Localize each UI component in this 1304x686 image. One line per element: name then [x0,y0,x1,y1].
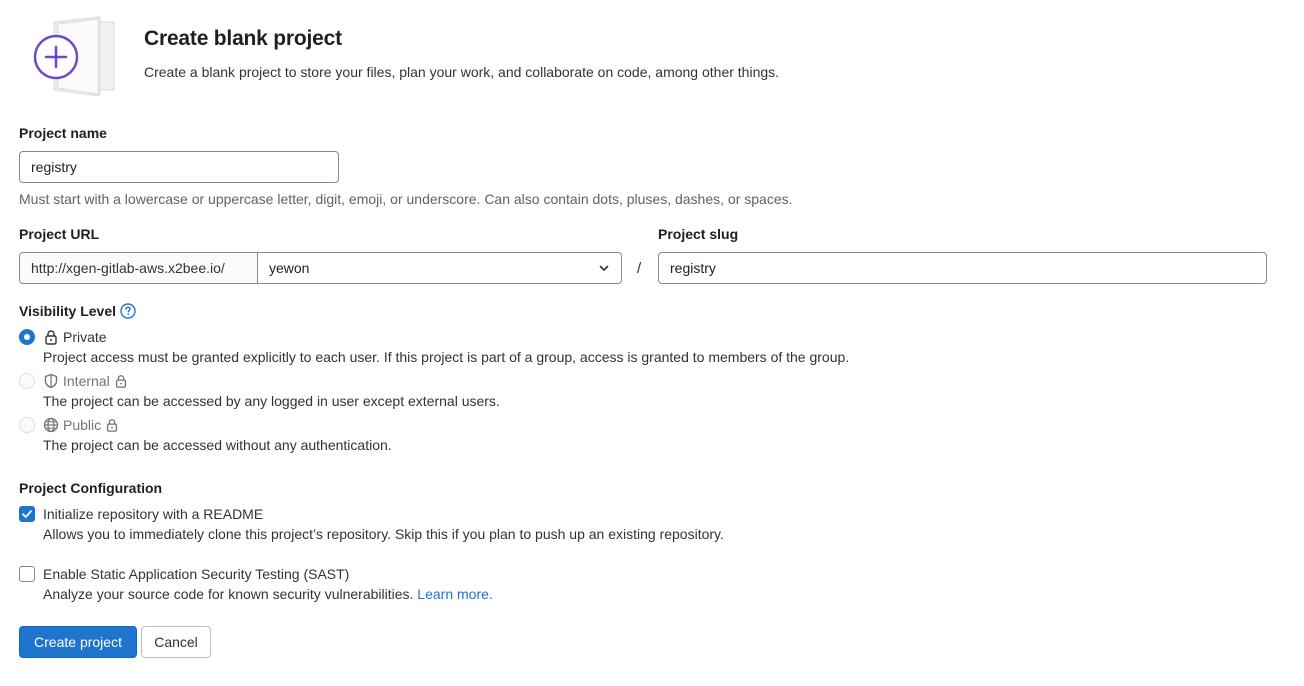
lock-icon [105,418,119,432]
create-project-button[interactable]: Create project [19,626,137,658]
visibility-public-label: Public [63,417,102,433]
sast-label[interactable]: Enable Static Application Security Testi… [43,566,349,582]
blank-project-illustration-icon [28,14,120,100]
namespace-value: yewon [269,260,310,276]
page-description: Create a blank project to store your fil… [144,64,780,80]
shield-icon [43,373,59,389]
project-slug-input[interactable]: registry [658,252,1267,284]
visibility-public-option[interactable]: Public [43,417,119,433]
project-url-prefix-text: http://xgen-gitlab-aws.x2bee.io/ [31,260,225,276]
namespace-dropdown[interactable]: yewon [258,252,622,284]
visibility-internal-radio[interactable] [19,373,35,389]
visibility-public-radio[interactable] [19,417,35,433]
readme-checkbox[interactable] [19,506,35,522]
readme-label[interactable]: Initialize repository with a README [43,506,263,522]
readme-description: Allows you to immediately clone this pro… [43,526,724,542]
create-blank-project-page: Create blank project Create a blank proj… [0,0,1304,686]
sast-checkbox[interactable] [19,566,35,582]
project-name-value: registry [31,159,77,175]
visibility-internal-option[interactable]: Internal [43,373,128,389]
project-slug-value: registry [670,260,716,276]
chevron-down-icon [598,262,610,274]
lock-icon [43,329,59,345]
globe-icon [43,417,59,433]
project-configuration-label: Project Configuration [19,480,163,496]
project-url-label: Project URL [19,226,100,242]
visibility-private-radio[interactable] [19,329,35,345]
lock-icon [114,374,128,388]
project-name-help: Must start with a lowercase or uppercase… [19,191,793,207]
sast-description-line: Analyze your source code for known secur… [43,586,493,602]
visibility-internal-description: The project can be accessed by any logge… [43,393,500,409]
url-separator: / [637,260,642,277]
sast-learn-more-link[interactable]: Learn more. [417,586,492,602]
visibility-public-description: The project can be accessed without any … [43,437,392,453]
sast-description: Analyze your source code for known secur… [43,586,414,602]
visibility-level-heading: Visibility Level [19,303,136,319]
project-slug-label: Project slug [658,226,739,242]
checkmark-icon [20,507,34,521]
project-name-input[interactable]: registry [19,151,339,183]
visibility-internal-label: Internal [63,373,110,389]
visibility-private-option[interactable]: Private [43,329,107,345]
visibility-private-description: Project access must be granted explicitl… [43,349,850,365]
visibility-level-label: Visibility Level [19,303,117,319]
page-title: Create blank project [144,27,342,50]
question-circle-icon[interactable] [120,303,136,319]
project-name-label: Project name [19,125,107,141]
cancel-button[interactable]: Cancel [141,626,211,658]
visibility-private-label: Private [63,329,107,345]
project-url-prefix: http://xgen-gitlab-aws.x2bee.io/ [19,252,258,284]
